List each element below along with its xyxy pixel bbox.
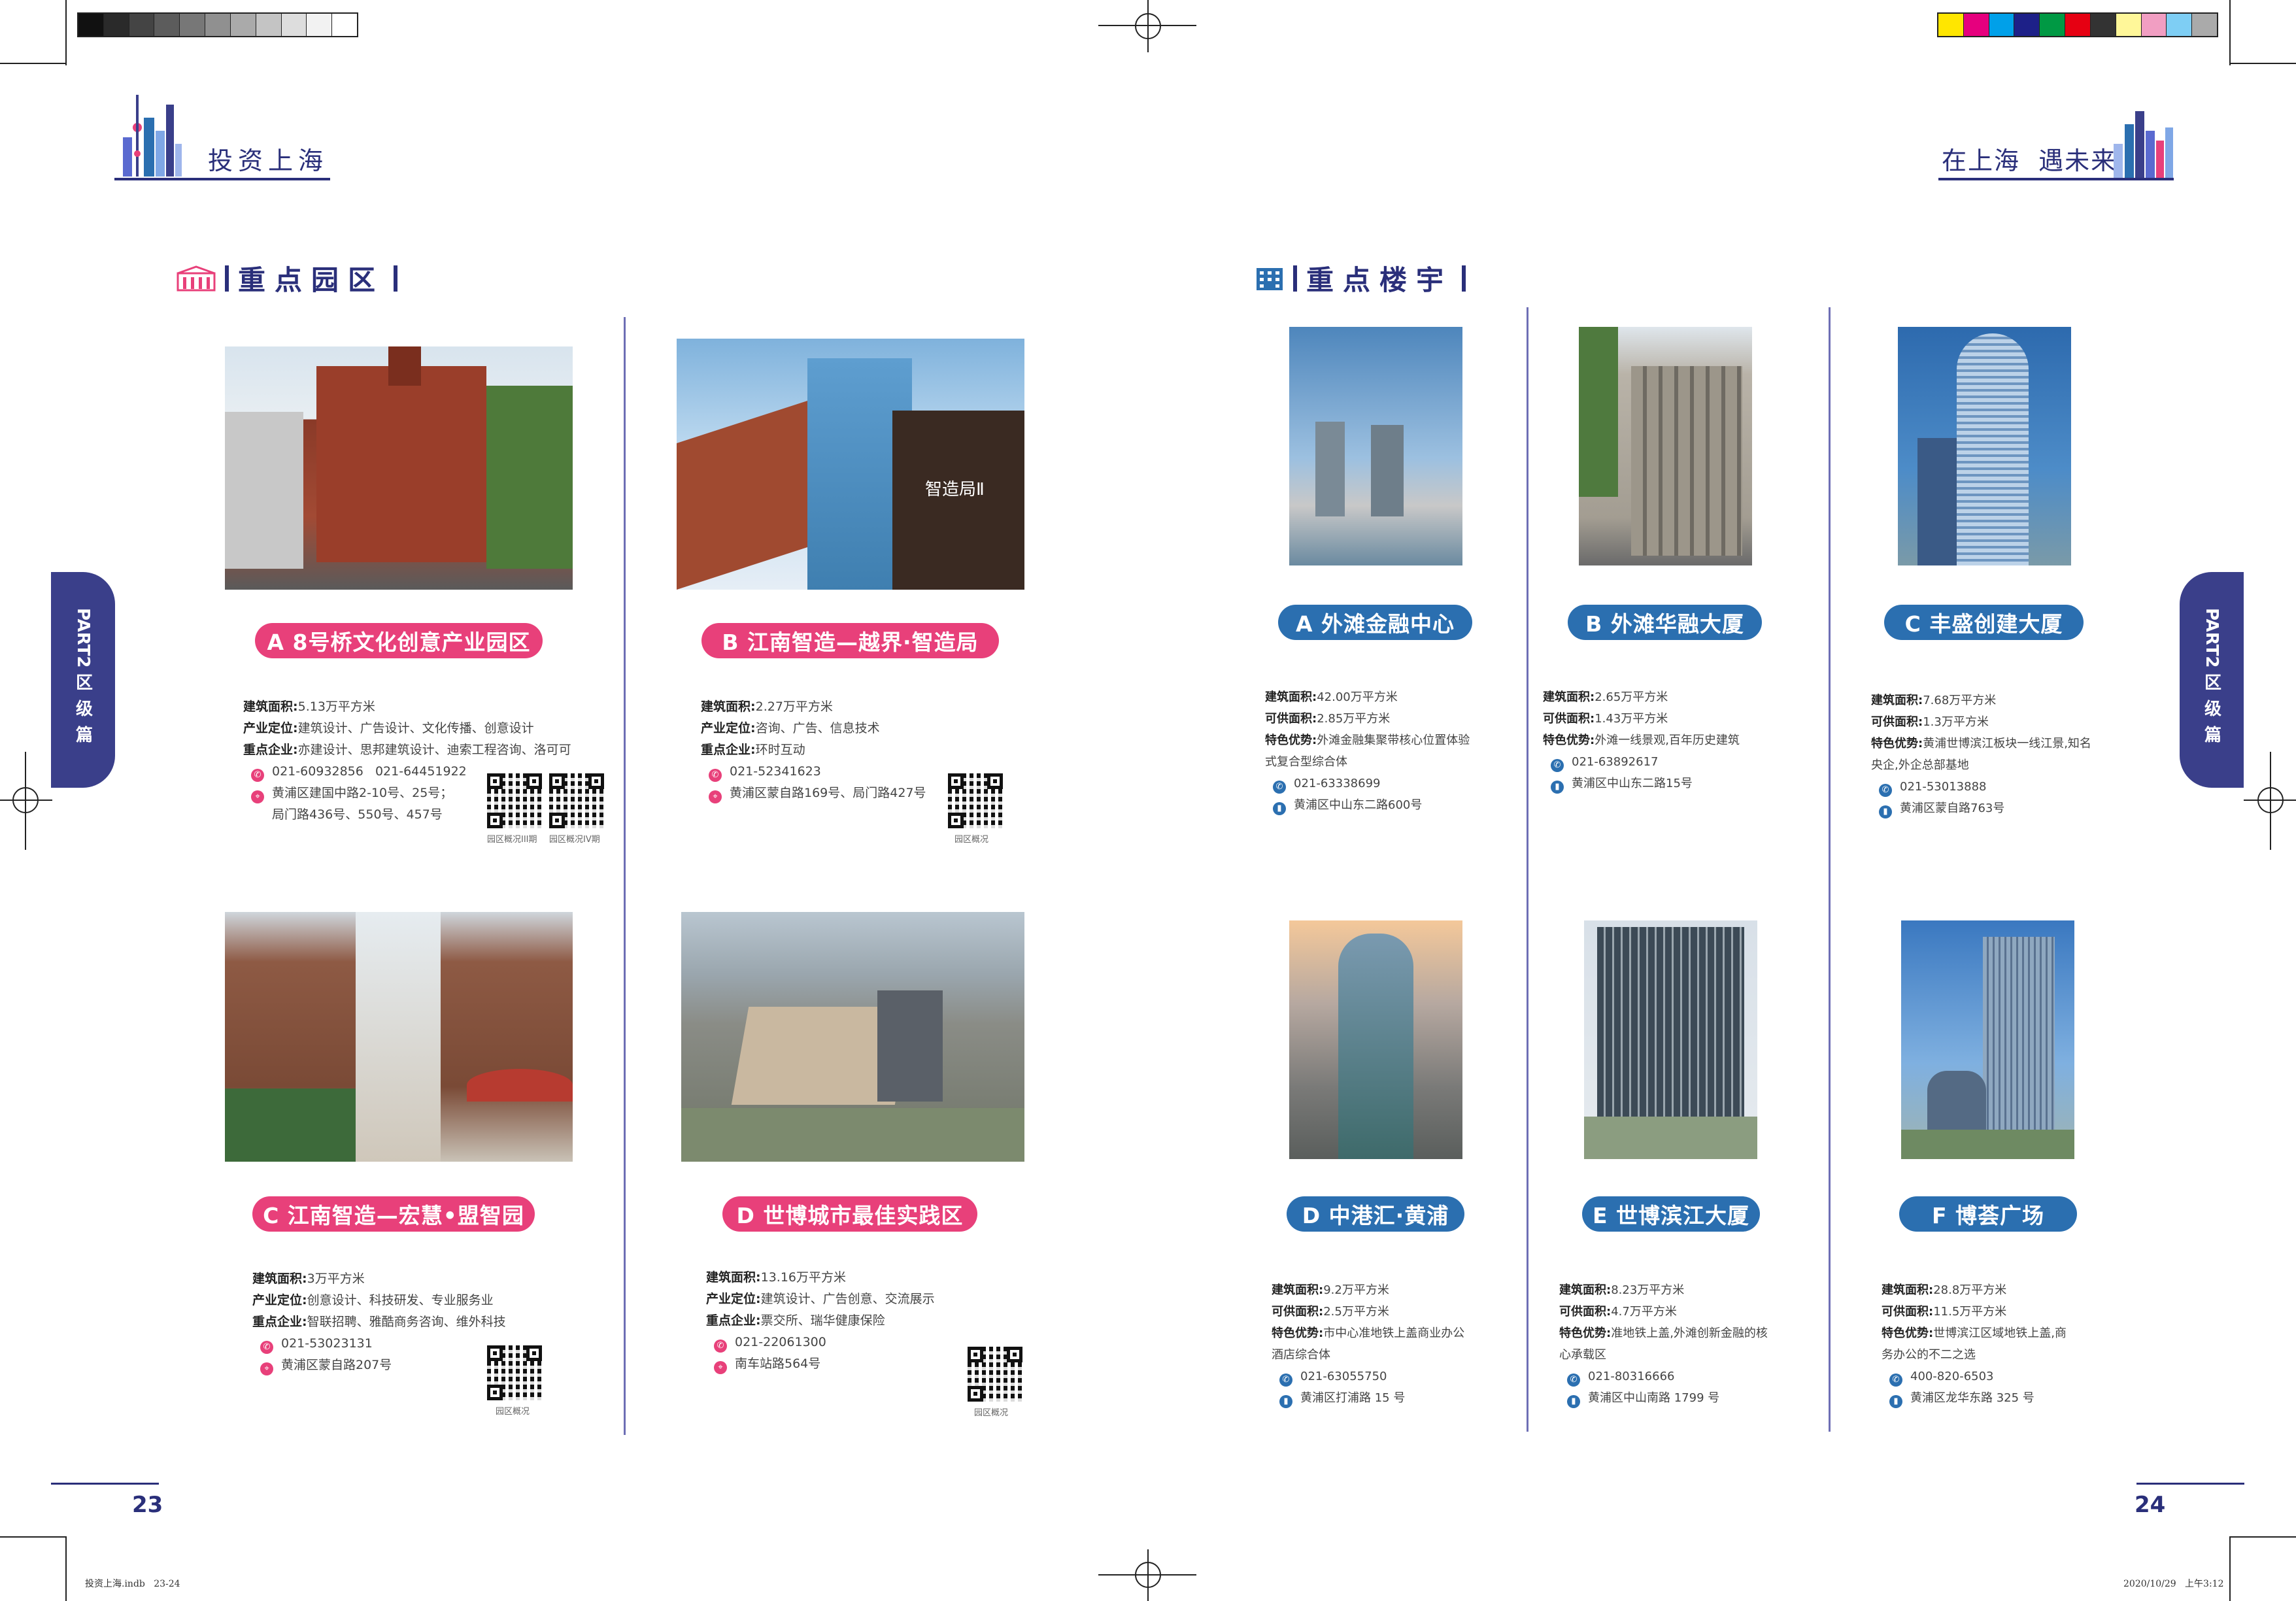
building-icon: ▮ — [1279, 1395, 1292, 1408]
page-number-left: 23 — [132, 1492, 163, 1518]
building-f-info: 建筑面积:28.8万平方米 可供面积:11.5万平方米 特色优势:世博滨江区域地… — [1882, 1279, 2067, 1409]
building-icon: ▮ — [1551, 781, 1564, 794]
section-buildings-title: 重点楼宇 — [1255, 258, 1466, 298]
side-tab-label: 区级篇 — [73, 673, 93, 752]
building-c-photo — [1898, 327, 2071, 565]
color-swatches — [1937, 12, 2218, 37]
building-c-name: C 丰盛创建大厦 — [1884, 605, 2084, 640]
footer-timestamp: 2020/10/29 上午3:12 — [2123, 1579, 2224, 1589]
qr-code — [549, 773, 604, 828]
grayscale-swatches — [77, 12, 358, 37]
page-number-right: 24 — [2135, 1492, 2166, 1518]
phone-icon: ✆ — [709, 769, 722, 782]
building-b-info: 建筑面积:2.65万平方米 可供面积:1.43万平方米 特色优势:外滩一线景观,… — [1543, 686, 1740, 794]
qr-caption: 园区概况 — [974, 1408, 1009, 1418]
qr-caption: 园区概况IV期 — [549, 835, 600, 845]
side-tab-label: 区级篇 — [2201, 673, 2221, 752]
building-icon: ▮ — [1879, 805, 1892, 818]
side-tab-part: PART2 — [2202, 608, 2221, 668]
phone-icon: ✆ — [260, 1341, 273, 1354]
building-a-name: A 外滩金融中心 — [1278, 605, 1472, 640]
side-tab-right: PART2 区级篇 — [2180, 572, 2244, 788]
phone-icon: ✆ — [1279, 1373, 1292, 1387]
building-d-photo — [1289, 920, 1462, 1159]
qr-code — [948, 773, 1003, 828]
qr-code — [487, 773, 542, 828]
building-icon: ▮ — [1273, 802, 1286, 815]
qr-code — [487, 1345, 542, 1400]
park-a-name: A 8号桥文化创意产业园区 — [255, 623, 543, 658]
phone-icon: ✆ — [714, 1340, 727, 1353]
location-icon: ⌖ — [251, 790, 264, 803]
qr-caption: 园区概况 — [496, 1407, 530, 1417]
header-right-underline — [1938, 178, 2174, 180]
footer-rule-left — [51, 1483, 159, 1485]
phone-icon: ✆ — [251, 769, 264, 782]
building-f-photo — [1901, 920, 2074, 1159]
divider — [1527, 307, 1528, 1432]
section-parks-label: 重点园区 — [238, 264, 385, 296]
building-d-info: 建筑面积:9.2万平方米 可供面积:2.5万平方米 特色优势:市中心准地铁上盖商… — [1272, 1279, 1464, 1409]
section-parks-title: 重点园区 — [177, 258, 398, 298]
park-b-photo: 智造局Ⅱ — [677, 339, 1024, 590]
phone-icon: ✆ — [1889, 1373, 1902, 1387]
building-f-name: F 博荟广场 — [1899, 1196, 2077, 1232]
header-left-title: 投资上海 — [208, 146, 329, 175]
shanghai-skyline-icon — [2114, 111, 2173, 180]
park-a-photo — [225, 346, 573, 590]
shanghai-skyline-icon — [123, 95, 182, 177]
header-left-underline — [114, 178, 330, 180]
phone-icon: ✆ — [1273, 781, 1286, 794]
header-right-title: 在上海 遇未来 — [1942, 146, 2118, 175]
building-c-info: 建筑面积:7.68万平方米 可供面积:1.3万平方米 特色优势:黄浦世博滨江板块… — [1871, 690, 2091, 819]
park-c-name: C 江南智造—宏慧•盟智园 — [252, 1196, 535, 1232]
park-gate-icon — [177, 265, 216, 291]
phone-icon: ✆ — [1879, 784, 1892, 797]
building-icon: ▮ — [1889, 1395, 1902, 1408]
park-d-info: 建筑面积:13.16万平方米 产业定位:建筑设计、广告创意、交流展示 重点企业:… — [706, 1267, 935, 1375]
building-d-name: D 中港汇·黄浦 — [1287, 1196, 1464, 1232]
building-e-photo — [1584, 920, 1757, 1159]
park-d-photo — [681, 912, 1024, 1162]
location-icon: ⌖ — [709, 790, 722, 803]
qr-caption: 园区概况III期 — [487, 835, 537, 845]
park-b-info: 建筑面积:2.27万平方米 产业定位:咨询、广告、信息技术 重点企业:环时互动 … — [701, 696, 926, 804]
phone-icon: ✆ — [1567, 1373, 1580, 1387]
park-c-photo — [225, 912, 573, 1162]
qr-caption: 园区概况 — [954, 835, 989, 845]
building-a-photo — [1289, 327, 1462, 565]
location-icon: ⌖ — [714, 1361, 727, 1374]
park-b-name: B 江南智造—越界·智造局 — [701, 623, 999, 658]
divider — [624, 317, 626, 1435]
phone-icon: ✆ — [1551, 759, 1564, 772]
building-e-name: E 世博滨江大厦 — [1582, 1196, 1760, 1232]
side-tab-part: PART2 — [73, 608, 93, 668]
building-a-info: 建筑面积:42.00万平方米 可供面积:2.85万平方米 特色优势:外滩金融集聚… — [1265, 686, 1470, 816]
divider — [1829, 307, 1831, 1432]
footer-rule-right — [2136, 1483, 2244, 1485]
side-tab-left: PART2 区级篇 — [51, 572, 115, 788]
building-e-info: 建筑面积:8.23万平方米 可供面积:4.7万平方米 特色优势:准地铁上盖,外滩… — [1559, 1279, 1768, 1409]
building-icon: ▮ — [1567, 1395, 1580, 1408]
qr-code — [968, 1347, 1022, 1402]
park-c-info: 建筑面积:3万平方米 产业定位:创意设计、科技研发、专业服务业 重点企业:智联招… — [252, 1268, 506, 1376]
building-b-photo — [1579, 327, 1752, 565]
location-icon: ⌖ — [260, 1362, 273, 1375]
footer-file-info: 投资上海.indb 23-24 — [85, 1579, 180, 1589]
office-building-icon — [1257, 267, 1283, 290]
park-d-name: D 世博城市最佳实践区 — [722, 1196, 977, 1232]
building-b-name: B 外滩华融大厦 — [1568, 605, 1762, 640]
section-buildings-label: 重点楼宇 — [1306, 264, 1453, 296]
